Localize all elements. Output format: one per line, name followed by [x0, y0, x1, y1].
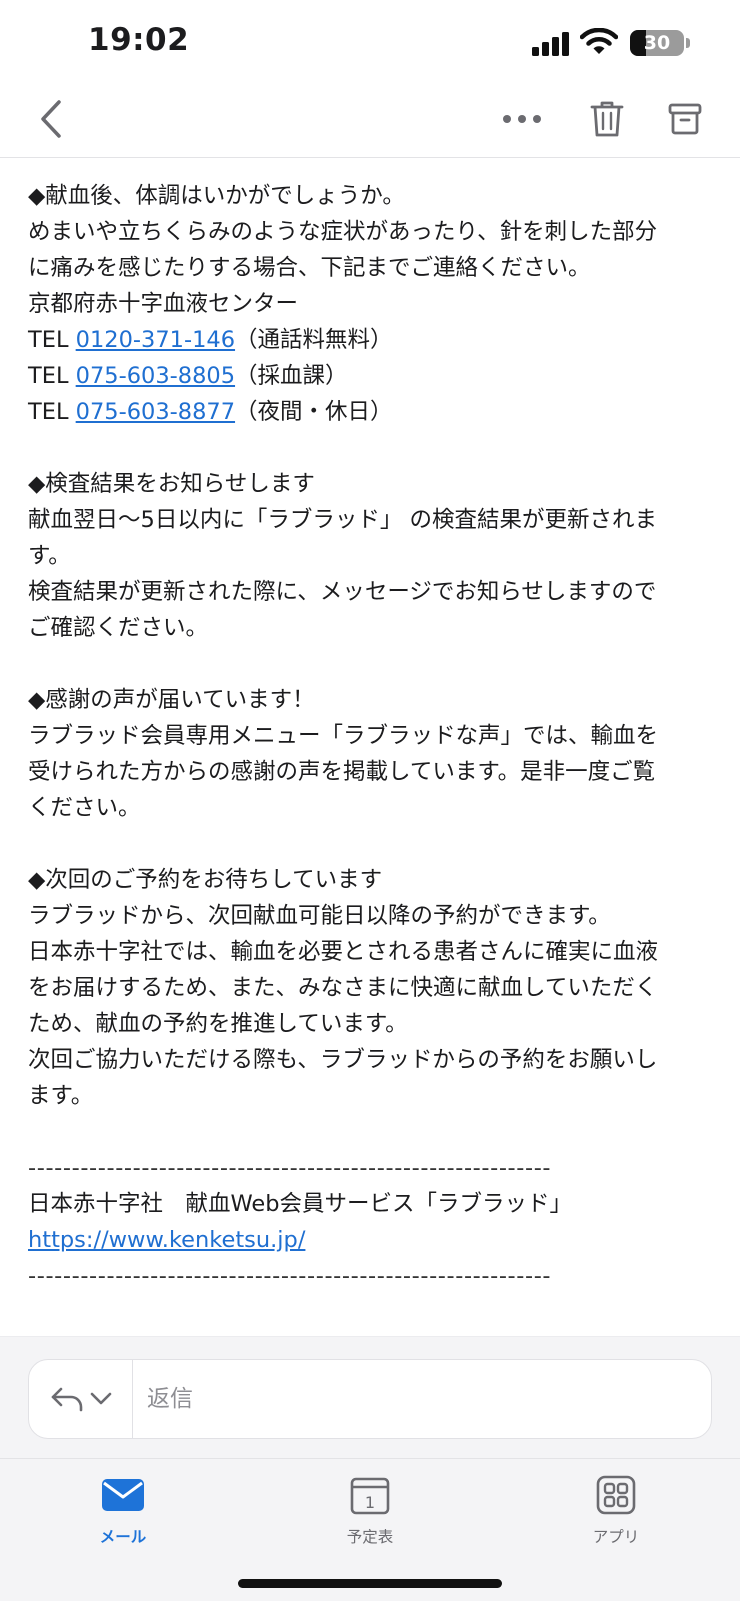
tel-prefix: TEL [28, 363, 76, 389]
archive-icon [668, 103, 702, 135]
tel-line: TEL 075-603-8877（夜間・休日） [28, 394, 718, 430]
footer-url-line: https://www.kenketsu.jp/ [28, 1222, 718, 1258]
body-line: 献血翌日〜5日以内に「ラブラッド」 の検査結果が更新されま [28, 507, 657, 533]
battery-level: 30 [643, 32, 671, 54]
reply-options-button[interactable] [29, 1360, 133, 1438]
mail-body: ◆献血後、体調はいかがでしょうか。 めまいや立ちくらみのような症状があったり、針… [28, 178, 718, 1294]
status-bar: 19:02 30 [0, 0, 740, 80]
reply-bar [28, 1359, 712, 1439]
body-line: ラブラッドから、次回献血可能日以降の予約ができます。 [28, 903, 611, 929]
section-heading: ◆感謝の声が届いています！ [28, 687, 315, 713]
signal-icon [532, 32, 569, 56]
body-line: 検査結果が更新された際に、メッセージでお知らせしますので [28, 579, 657, 605]
tel-prefix: TEL [28, 327, 76, 353]
body-line: ため、献血の予約を推進しています。 [28, 1011, 408, 1037]
calendar-day: 1 [365, 1493, 375, 1512]
chevron-left-icon [41, 100, 61, 138]
tab-label: 予定表 [346, 1528, 394, 1546]
body-line: 京都府赤十字血液センター [28, 291, 299, 317]
trash-icon [590, 101, 624, 137]
footer-divider: ----------------------------------------… [28, 1263, 552, 1289]
back-button[interactable] [26, 80, 76, 158]
body-line: ます。 [28, 1083, 94, 1109]
tel-note: （通話料無料） [235, 327, 393, 353]
body-line: 日本赤十字社では、輸血を必要とされる患者さんに確実に血液 [28, 939, 659, 965]
tab-apps[interactable]: アプリ [556, 1469, 676, 1549]
tel-link-collection[interactable]: 075-603-8805 [76, 363, 235, 389]
body-line: す。 [28, 543, 71, 569]
tel-note: （採血課） [235, 363, 348, 389]
wifi-icon [580, 28, 618, 54]
archive-button[interactable] [660, 80, 710, 158]
battery-cap [686, 38, 690, 48]
tel-note: （夜間・休日） [235, 399, 393, 425]
calendar-icon: 1 [350, 1477, 390, 1515]
tab-label: アプリ [592, 1528, 640, 1546]
tab-mail[interactable]: メール [63, 1469, 183, 1549]
body-line: ラブラッド会員専用メニュー「ラブラッドな声」では、輸血を [28, 723, 659, 749]
home-indicator[interactable] [238, 1579, 502, 1588]
reply-area [0, 1336, 740, 1458]
section-heading: ◆次回のご予約をお待ちしています [28, 867, 383, 893]
apps-grid-icon [596, 1475, 636, 1515]
section-heading: ◆検査結果をお知らせします [28, 471, 315, 497]
body-line: 受けられた方からの感謝の声を掲載しています。是非一度ご覧 [28, 759, 656, 785]
tel-line: TEL 075-603-8805（採血課） [28, 358, 718, 394]
tel-link-toll-free[interactable]: 0120-371-146 [76, 327, 235, 353]
mail-icon [102, 1479, 144, 1511]
status-time: 19:02 [88, 22, 190, 58]
delete-button[interactable] [582, 80, 632, 158]
tel-prefix: TEL [28, 399, 76, 425]
footer-url-link[interactable]: https://www.kenketsu.jp/ [28, 1227, 305, 1253]
mail-screen: 19:02 30 ◆献血後、体調はいかがでしょうか。 めまいや立ちくらみのような… [0, 0, 740, 1601]
body-line: をお届けするため、また、みなさまに快適に献血していただく [28, 975, 658, 1001]
body-line: 次回ご協力いただける際も、ラブラッドからの予約をお願いし [28, 1047, 658, 1073]
body-line: めまいや立ちくらみのような症状があったり、針を刺した部分 [28, 219, 658, 245]
more-button[interactable] [496, 80, 548, 158]
body-line: ください。 [28, 795, 141, 821]
tel-line: TEL 0120-371-146（通話料無料） [28, 322, 718, 358]
body-line: に痛みを感じたりする場合、下記までご連絡ください。 [28, 255, 591, 281]
tab-calendar[interactable]: 1 予定表 [310, 1469, 430, 1549]
body-line: ご確認ください。 [28, 615, 209, 641]
battery-icon: 30 [630, 30, 684, 56]
chevron-down-icon [90, 1392, 111, 1405]
footer-org: 日本赤十字社 献血Web会員サービス「ラブラッド」 [28, 1191, 573, 1217]
section-heading: ◆献血後、体調はいかがでしょうか。 [28, 183, 405, 209]
mail-toolbar [0, 80, 740, 158]
reply-input[interactable] [147, 1360, 697, 1438]
more-icon [503, 115, 541, 123]
footer-divider: ----------------------------------------… [28, 1155, 552, 1181]
tel-link-night[interactable]: 075-603-8877 [76, 399, 235, 425]
reply-icon [51, 1387, 82, 1412]
tab-label: メール [99, 1528, 147, 1546]
